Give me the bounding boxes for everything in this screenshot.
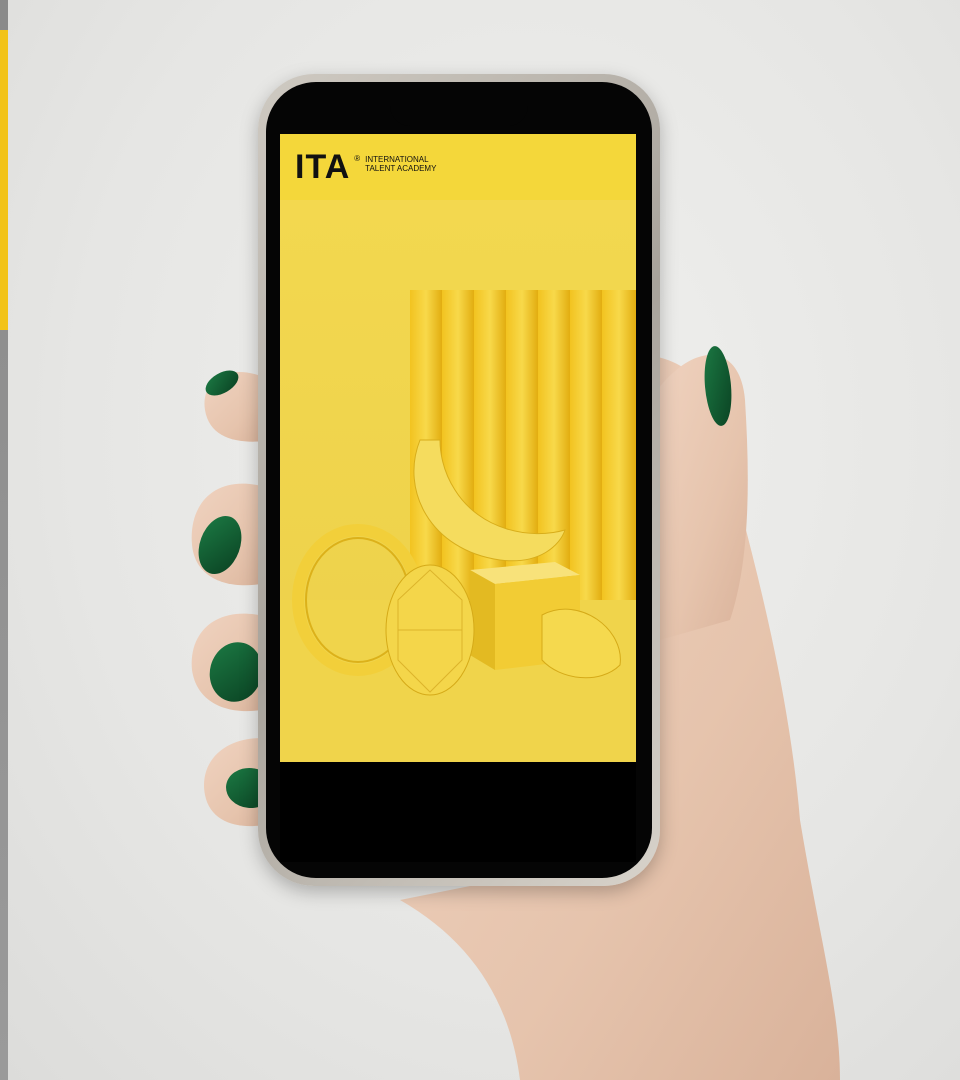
brand-logo: ITA	[295, 148, 351, 186]
phone-screen: ITA ® INTERNATIONAL TALENT ACADEMY	[280, 134, 636, 762]
registered-mark: ®	[354, 154, 361, 163]
phone-body: ITA ® INTERNATIONAL TALENT ACADEMY	[266, 82, 652, 878]
phone-bottom-bezel	[280, 762, 636, 862]
thumb-shape	[650, 355, 748, 640]
brand-header: ITA ® INTERNATIONAL TALENT ACADEMY	[280, 134, 636, 200]
brand-name-line2: TALENT ACADEMY	[365, 164, 437, 173]
smartphone: ITA ® INTERNATIONAL TALENT ACADEMY	[258, 74, 660, 886]
hero-image	[280, 200, 636, 762]
brand-name-line1: INTERNATIONAL	[365, 155, 429, 164]
brand-name: INTERNATIONAL TALENT ACADEMY	[365, 155, 436, 173]
photo-scene: ITA ® INTERNATIONAL TALENT ACADEMY	[0, 0, 960, 1080]
phone-notch	[390, 90, 528, 126]
